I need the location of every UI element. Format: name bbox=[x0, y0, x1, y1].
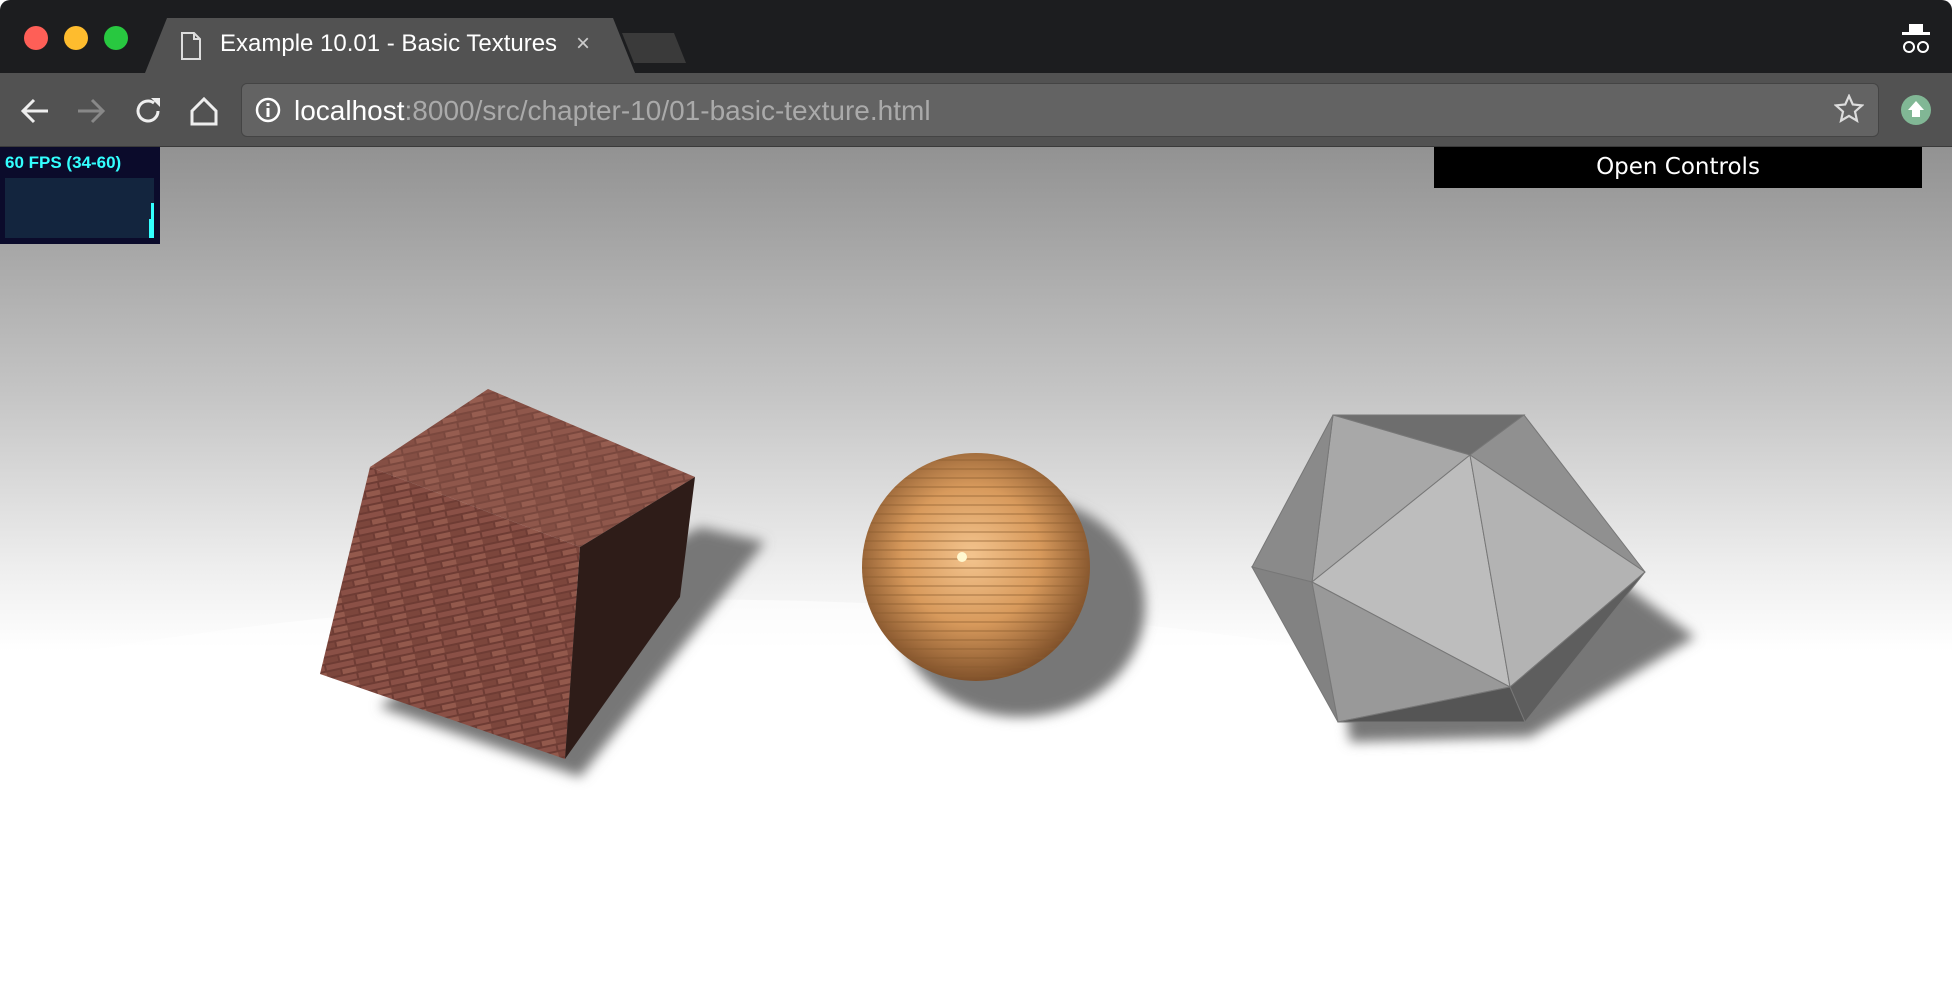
incognito-icon bbox=[1902, 24, 1930, 53]
tab-close-button[interactable]: × bbox=[576, 30, 590, 58]
open-controls-button[interactable]: Open Controls bbox=[1434, 147, 1922, 188]
stats-panel[interactable]: 60 FPS (34-60) bbox=[0, 147, 160, 244]
page-icon bbox=[181, 32, 201, 60]
close-window-button[interactable] bbox=[24, 26, 48, 50]
url-host: localhost bbox=[294, 95, 405, 126]
scene bbox=[0, 147, 1952, 988]
home-icon[interactable] bbox=[187, 94, 221, 128]
webgl-canvas[interactable] bbox=[0, 147, 1952, 988]
wood-sphere bbox=[862, 453, 1090, 681]
reload-icon[interactable] bbox=[131, 94, 165, 128]
fps-label: 60 FPS (34-60) bbox=[5, 153, 122, 172]
star-icon[interactable] bbox=[1834, 94, 1864, 124]
fps-bar bbox=[149, 219, 151, 238]
fps-bar bbox=[151, 203, 154, 238]
tab-bar: Example 10.01 - Basic Textures × bbox=[0, 0, 1952, 73]
fps-graph bbox=[5, 178, 154, 238]
back-icon[interactable] bbox=[18, 94, 52, 128]
update-icon[interactable] bbox=[1900, 94, 1932, 126]
minimize-window-button[interactable] bbox=[64, 26, 88, 50]
maximize-window-button[interactable] bbox=[104, 26, 128, 50]
new-tab-button[interactable] bbox=[622, 33, 686, 63]
url-text[interactable]: localhost:8000/src/chapter-10/01-basic-t… bbox=[294, 95, 931, 127]
tab-title: Example 10.01 - Basic Textures bbox=[220, 30, 558, 57]
info-icon[interactable] bbox=[254, 96, 282, 124]
url-path: :8000/src/chapter-10/01-basic-texture.ht… bbox=[404, 95, 931, 126]
forward-icon[interactable] bbox=[74, 94, 108, 128]
